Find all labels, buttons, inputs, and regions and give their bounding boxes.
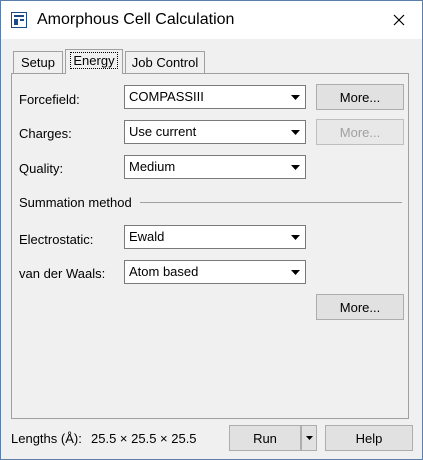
forcefield-label: Forcefield: — [19, 92, 80, 107]
energy-panel: Forcefield: COMPASSIII More... Charges: … — [11, 73, 409, 419]
electrostatic-select[interactable]: Ewald — [124, 225, 306, 249]
close-icon — [393, 14, 405, 26]
chevron-down-icon — [287, 158, 303, 176]
summation-heading: Summation method — [19, 195, 132, 210]
close-button[interactable] — [376, 1, 422, 39]
tab-energy[interactable]: Energy — [65, 49, 123, 74]
chevron-down-icon — [305, 436, 313, 440]
tab-setup[interactable]: Setup — [13, 51, 63, 73]
forcefield-more-button[interactable]: More... — [316, 84, 404, 110]
run-dropdown-button[interactable] — [301, 425, 317, 451]
lengths-value: 25.5 × 25.5 × 25.5 — [91, 431, 197, 446]
window-title: Amorphous Cell Calculation — [37, 11, 235, 28]
forcefield-value: COMPASSIII — [129, 89, 204, 104]
electrostatic-label: Electrostatic: — [19, 232, 94, 247]
quality-label: Quality: — [19, 161, 64, 176]
run-button[interactable]: Run — [229, 425, 301, 451]
dialog-window: Amorphous Cell Calculation Setup Energy … — [0, 0, 423, 460]
chevron-down-icon — [287, 228, 303, 246]
forcefield-select[interactable]: COMPASSIII — [124, 85, 306, 109]
app-icon — [11, 12, 27, 28]
help-button[interactable]: Help — [325, 425, 413, 451]
summation-more-button[interactable]: More... — [316, 294, 404, 320]
vdw-value: Atom based — [129, 264, 199, 279]
charges-value: Use current — [129, 124, 197, 139]
lengths-label: Lengths (Å): — [11, 431, 82, 446]
title-bar: Amorphous Cell Calculation — [1, 1, 422, 39]
chevron-down-icon — [287, 263, 303, 281]
vdw-label: van der Waals: — [19, 266, 106, 281]
summation-divider — [140, 202, 402, 203]
vdw-select[interactable]: Atom based — [124, 260, 306, 284]
chevron-down-icon — [287, 123, 303, 141]
charges-more-button[interactable]: More... — [316, 119, 404, 145]
quality-select[interactable]: Medium — [124, 155, 306, 179]
tab-job-control[interactable]: Job Control — [125, 51, 205, 73]
charges-select[interactable]: Use current — [124, 120, 306, 144]
quality-value: Medium — [129, 159, 176, 174]
electrostatic-value: Ewald — [129, 229, 165, 244]
charges-label: Charges: — [19, 126, 72, 141]
chevron-down-icon — [287, 88, 303, 106]
